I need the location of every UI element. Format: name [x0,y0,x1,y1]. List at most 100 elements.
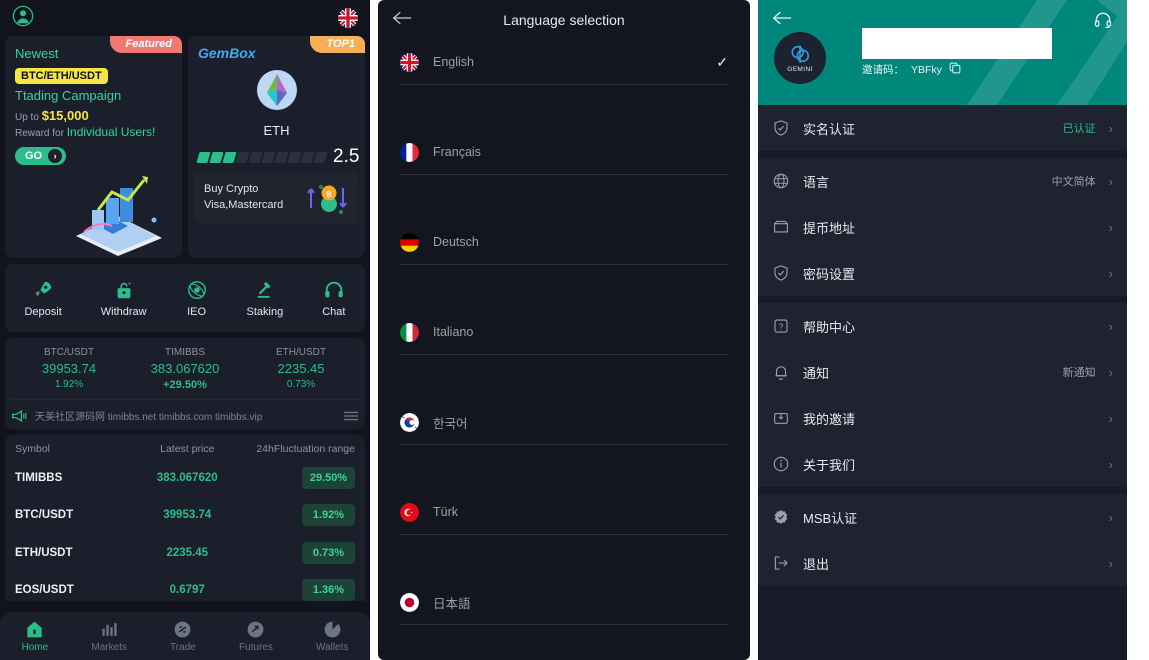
settings-item-notifications[interactable]: 通知 新通知 › [758,349,1127,395]
withdraw-lock-icon [117,282,131,298]
language-item-korean[interactable]: 한국어 [400,400,728,445]
row-price: 2235.45 [166,546,209,559]
promo-amount: $15,000 [41,108,89,123]
stat-price: 383.067620 [150,361,220,376]
stat-change: +29.50% [163,379,207,391]
table-row[interactable]: BTC/USDT 39953.74 1.92% [15,497,355,535]
language-label: Français [433,145,481,159]
tab-markets[interactable]: Markets [91,620,127,653]
language-item-deutsch[interactable]: Deutsch [400,220,728,265]
invite-code-label: 邀请码： [862,64,904,76]
tab-trade[interactable]: Trade [170,620,196,653]
chevron-right-icon: › [1108,219,1113,235]
buy-crypto-box[interactable]: Buy Crypto Visa,Mastercard ฿ [194,172,359,224]
home-icon [27,621,43,637]
language-selection-screen: Language selection English ✓ Français De… [378,0,750,660]
avatar[interactable]: GEMINI [774,32,826,84]
gavel-icon [257,281,271,298]
chevron-right-icon: › [1108,120,1113,136]
table-row[interactable]: EOS/USDT 0.6797 1.36% [15,572,355,601]
copy-icon[interactable] [949,62,961,77]
settings-item-label: 实名认证 [803,121,856,137]
settings-item-logout[interactable]: 退出 › [758,540,1127,586]
user-avatar-icon[interactable] [12,5,34,32]
japan-flag-icon [400,592,419,612]
markets-header-row: Symbol Latest price 24hFluctuation range [15,443,355,459]
back-arrow-icon[interactable] [772,10,792,31]
language-item-italiano[interactable]: Italiano [400,310,728,355]
tab-futures[interactable]: Futures [239,620,273,653]
tab-wallets[interactable]: Wallets [316,620,348,653]
settings-item-withdraw-address[interactable]: 提币地址 › [758,204,1127,250]
buy-crypto-line2: Visa,Mastercard [204,199,284,211]
markets-list-card: Symbol Latest price 24hFluctuation range… [5,435,365,601]
promo-reward-line: Reward for Individual Users! [15,125,172,139]
row-change-badge: 1.92% [301,504,355,527]
gembox-card[interactable]: TOP1 GemBox ETH 2.5 Buy Crypto Visa,Mast… [188,36,365,258]
chevron-right-icon: › [1108,555,1113,571]
settings-item-password[interactable]: 密码设置 › [758,250,1127,296]
quick-action-label: Withdraw [100,305,147,318]
invite-mail-icon [774,412,788,424]
language-item-english[interactable]: English ✓ [400,40,728,85]
language-item-japanese[interactable]: 日本語 [400,580,728,625]
stat-eth[interactable]: ETH/USDT 2235.45 0.73% [243,347,359,391]
quick-action-ieo[interactable]: IEO [186,279,208,318]
settings-item-my-invitation[interactable]: 我的邀请 › [758,395,1127,441]
announcement-bar[interactable]: 天美社区源码网 timibbs.net timibbs.com timibbs.… [11,399,359,423]
tab-label: Futures [238,641,273,653]
chevron-right-icon: › [1108,410,1113,426]
settings-item-about-us[interactable]: 关于我们 › [758,441,1127,487]
list-menu-icon[interactable] [343,410,359,422]
settings-item-msb-certification[interactable]: MSB认证 › [758,494,1127,540]
tab-label: Home [21,641,49,653]
gembox-coin-name: ETH [263,123,290,138]
info-icon [773,456,789,472]
quick-action-staking[interactable]: Staking [246,279,284,318]
row-change-badge: 0.73% [301,541,355,564]
logout-icon [774,556,788,570]
headset-icon[interactable] [1093,10,1113,35]
tab-home[interactable]: Home [21,620,49,653]
back-arrow-icon[interactable] [392,10,412,31]
badge-check-icon [774,510,788,524]
promo-reward-target: Individual Users! [66,125,156,139]
futures-arrow-icon [247,621,264,637]
row-price: 39953.74 [163,509,212,522]
settings-item-label: 通知 [803,365,830,381]
quick-action-label: Staking [246,305,284,318]
svg-text:?: ? [779,322,784,331]
chevron-right-icon: › [1108,265,1113,281]
stat-timibbs[interactable]: TIMIBBS 383.067620 +29.50% [127,347,243,391]
quick-action-deposit[interactable]: Deposit [24,279,62,318]
settings-item-help-center[interactable]: ? 帮助中心 › [758,303,1127,349]
settings-group-verification: 实名认证 已认证 › [758,105,1127,151]
language-item-francais[interactable]: Français [400,130,728,175]
bell-icon [775,366,787,380]
promo-go-label: GO [25,150,43,162]
row-price: 0.6797 [169,584,205,597]
invite-code-row: 邀请码： YBFky [862,62,961,77]
globe-icon [773,173,789,189]
svg-text:฿: ฿ [326,189,332,199]
table-row[interactable]: ETH/USDT 2235.45 0.73% [15,534,355,572]
table-row[interactable]: TIMIBBS 383.067620 29.50% [15,459,355,497]
markets-col-change: 24hFluctuation range [256,443,355,455]
settings-item-realname-verification[interactable]: 实名认证 已认证 › [758,105,1127,151]
quick-action-label: Chat [322,305,346,318]
hero-cards: Featured Newest BTC/ETH/USDT Ttading Cam… [0,36,370,258]
quick-action-withdraw[interactable]: Withdraw [101,279,147,318]
stat-btc[interactable]: BTC/USDT 39953.74 1.92% [11,347,127,391]
promo-card[interactable]: Featured Newest BTC/ETH/USDT Ttading Cam… [5,36,182,258]
stat-change: 0.73% [286,379,316,390]
italy-flag-icon [400,322,419,342]
quick-action-chat[interactable]: Chat [322,279,345,318]
settings-item-label: 退出 [803,556,830,572]
language-item-turk[interactable]: Türk [400,490,728,535]
settings-item-language[interactable]: 语言 中文简体 › [758,158,1127,204]
turkey-flag-icon [400,502,419,522]
row-change-badge: 29.50% [301,466,355,489]
uk-flag-icon [400,52,419,72]
promo-go-button[interactable]: GO › [15,147,67,165]
uk-flag-icon[interactable] [338,8,358,28]
